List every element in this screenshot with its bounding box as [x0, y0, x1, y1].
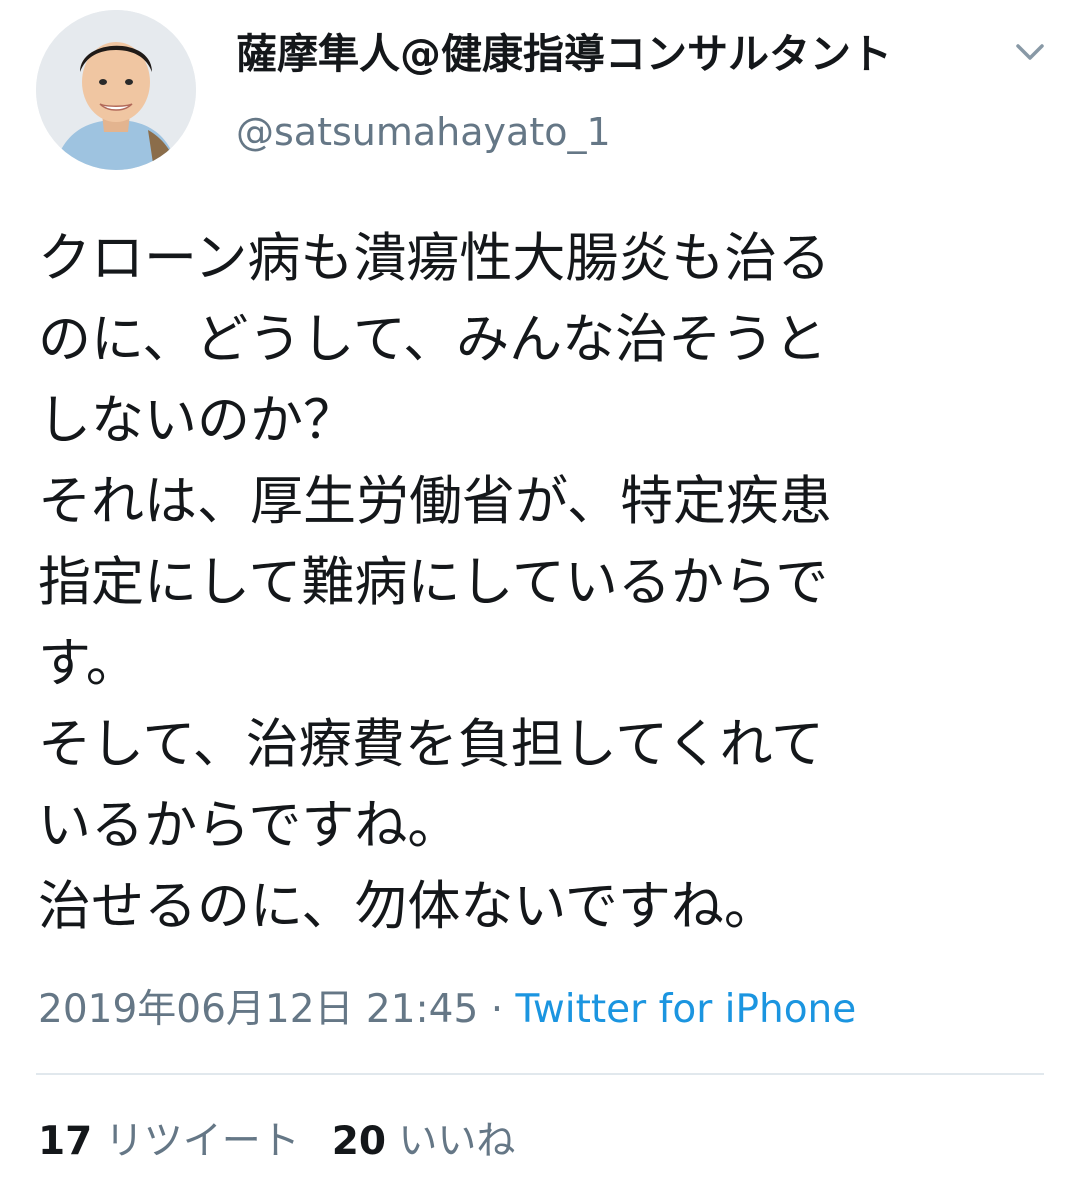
retweets-label: リツイート — [104, 1119, 300, 1164]
user-handle[interactable]: @satsumahayato_1 — [236, 108, 611, 156]
retweets-count: 17 — [38, 1119, 93, 1164]
tweet-card: 薩摩隼人@健康指導コンサルタント @satsumahayato_1 クローン病も… — [0, 0, 1080, 1180]
tweet-text: クローン病も潰瘍性大腸炎も治る のに、どうして、みんな治そうと しないのか？ そ… — [38, 228, 832, 937]
profile-photo-icon — [36, 10, 196, 170]
chevron-down-icon[interactable] — [1010, 36, 1050, 68]
display-name[interactable]: 薩摩隼人@健康指導コンサルタント — [236, 28, 892, 80]
meta-separator: · — [478, 987, 516, 1032]
divider — [36, 1073, 1044, 1075]
avatar[interactable] — [36, 10, 196, 170]
likes-count: 20 — [331, 1119, 386, 1164]
timestamp[interactable]: 2019年06月12日 21:45 — [38, 987, 478, 1032]
source-link[interactable]: Twitter for iPhone — [516, 987, 857, 1032]
likes-label: いいね — [398, 1119, 516, 1164]
likes-stat[interactable]: 20 いいね — [332, 1119, 516, 1164]
tweet-meta: 2019年06月12日 21:45 · Twitter for iPhone — [38, 984, 856, 1036]
retweets-stat[interactable]: 17 リツイート — [38, 1119, 300, 1164]
tweet-stats: 17 リツイート 20 いいね — [38, 1116, 515, 1168]
